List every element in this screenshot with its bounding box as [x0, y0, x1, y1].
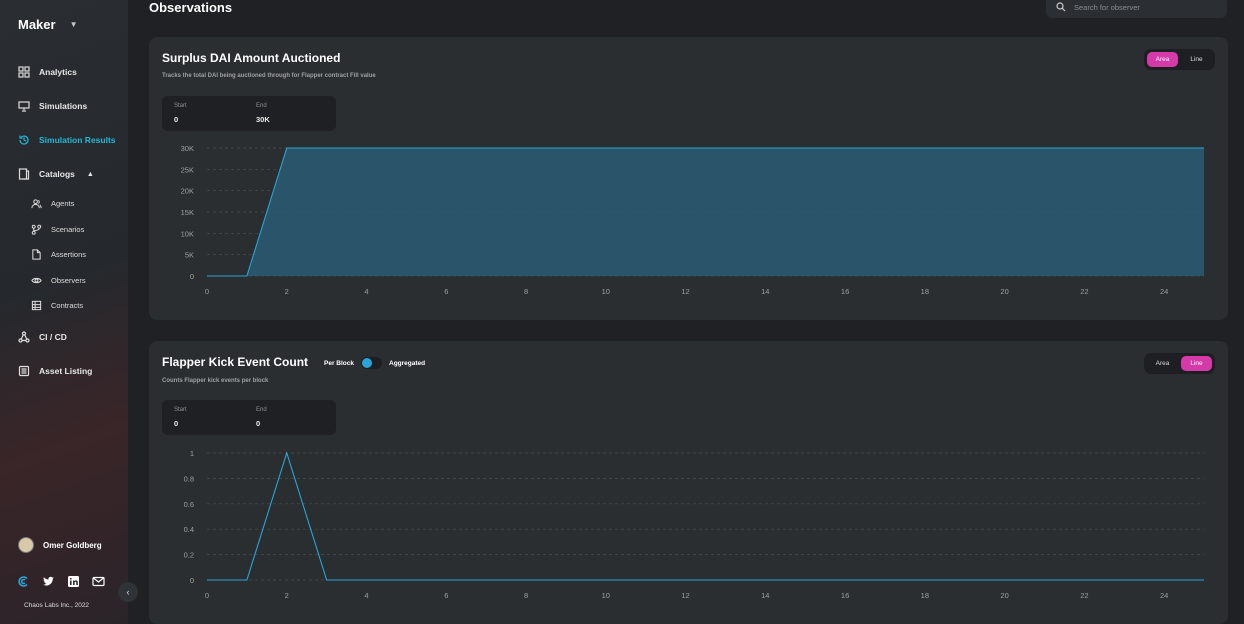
- nav-cicd-label: CI / CD: [39, 332, 67, 342]
- nav-simulations[interactable]: Simulations: [18, 100, 87, 112]
- y-tick-label: 0.8: [184, 474, 194, 483]
- x-tick-label: 6: [444, 591, 448, 600]
- surplus-dai-chart: 05K10K15K20K25K30K0 2 4 6 8 10 12 14 16 18 20 22 24: [181, 144, 1204, 296]
- twitter-icon[interactable]: [42, 575, 55, 588]
- catalog-agents[interactable]: Agents: [31, 198, 74, 209]
- nav-simulation-results-label: Simulation Results: [39, 135, 116, 145]
- building-icon: [31, 300, 42, 311]
- y-tick-label: 10K: [181, 229, 194, 238]
- x-tick-label: 16: [841, 287, 849, 296]
- brand-name: Maker: [18, 17, 56, 32]
- nav-analytics-label: Analytics: [39, 67, 77, 77]
- y-tick-label: 1: [190, 449, 194, 458]
- catalog-icon: [18, 168, 30, 180]
- nav-analytics[interactable]: Analytics: [18, 66, 77, 78]
- x-tick-label: 24: [1160, 591, 1168, 600]
- x-tick-label: 10: [602, 287, 610, 296]
- nav-simulations-label: Simulations: [39, 101, 88, 111]
- history-icon: [19, 135, 29, 145]
- x-tick-label: 12: [681, 287, 689, 296]
- chevron-down-icon: ▼: [69, 20, 78, 29]
- x-tick-label: 22: [1080, 287, 1088, 296]
- x-tick-label: 8: [524, 287, 528, 296]
- x-tick-label: 18: [921, 287, 929, 296]
- main-content: Observations Search for observer Surplus…: [128, 0, 1244, 624]
- y-tick-label: 0.6: [184, 500, 194, 509]
- catalog-agents-label: Agents: [51, 199, 75, 208]
- nav-asset-listing-label: Asset Listing: [39, 366, 93, 376]
- flapper-kick-chart: 00.20.40.60.810 2 4 6 8 10 12 14 16 18 20 22 24: [184, 449, 1204, 600]
- nav-simulation-results[interactable]: Simulation Results: [18, 134, 116, 146]
- branch-icon: [31, 224, 42, 235]
- catalog-scenarios[interactable]: Scenarios: [31, 224, 84, 235]
- pipeline-icon: [18, 331, 30, 343]
- avatar: [18, 537, 34, 553]
- x-tick-label: 6: [444, 287, 448, 296]
- chevron-up-icon: ▲: [86, 170, 94, 178]
- nav-catalogs-label: Catalogs: [39, 169, 75, 179]
- x-tick-label: 14: [761, 591, 769, 600]
- nav-cicd[interactable]: CI / CD: [18, 331, 67, 343]
- y-tick-label: 0: [190, 272, 194, 281]
- x-tick-label: 10: [602, 591, 610, 600]
- users-icon: [31, 199, 42, 209]
- catalog-contracts[interactable]: Contracts: [31, 300, 83, 311]
- chaos-labs-logo-icon[interactable]: [17, 575, 30, 588]
- workspace-selector[interactable]: Maker ▼: [18, 17, 78, 32]
- catalog-assertions[interactable]: Assertions: [31, 249, 86, 260]
- catalog-observers[interactable]: Observers: [31, 275, 86, 286]
- catalog-observers-label: Observers: [51, 276, 86, 285]
- y-tick-label: 0: [190, 576, 194, 585]
- x-tick-label: 12: [681, 591, 689, 600]
- y-tick-label: 25K: [181, 165, 194, 174]
- eye-icon: [31, 277, 42, 284]
- x-tick-label: 4: [364, 287, 368, 296]
- search-placeholder: Search for observer: [1074, 2, 1140, 12]
- x-tick-label: 18: [921, 591, 929, 600]
- y-tick-label: 15K: [181, 208, 194, 217]
- x-tick-label: 16: [841, 591, 849, 600]
- search-icon: [1056, 2, 1066, 12]
- y-tick-label: 0.4: [184, 525, 194, 534]
- monitor-icon: [18, 101, 30, 112]
- area-fill: [207, 148, 1204, 276]
- user-name: Omer Goldberg: [43, 540, 102, 550]
- x-tick-label: 2: [285, 591, 289, 600]
- catalog-scenarios-label: Scenarios: [51, 225, 85, 234]
- x-tick-label: 0: [205, 591, 209, 600]
- x-tick-label: 8: [524, 591, 528, 600]
- flapper-kick-card: Flapper Kick Event Count Per Block Aggre…: [149, 341, 1228, 624]
- x-tick-label: 14: [761, 287, 769, 296]
- x-tick-label: 4: [364, 591, 368, 600]
- linkedin-icon[interactable]: [67, 575, 80, 588]
- document-icon: [32, 249, 41, 260]
- nav-catalogs[interactable]: Catalogs ▲: [18, 168, 94, 180]
- list-icon: [18, 365, 30, 377]
- social-links: [17, 575, 105, 588]
- x-tick-label: 20: [1000, 591, 1008, 600]
- series-line: [207, 451, 1204, 581]
- y-tick-label: 30K: [181, 144, 194, 153]
- x-tick-label: 2: [285, 287, 289, 296]
- search-input[interactable]: Search for observer: [1046, 0, 1227, 18]
- mail-icon[interactable]: [92, 575, 105, 588]
- analytics-icon: [18, 66, 30, 78]
- x-tick-label: 22: [1080, 591, 1088, 600]
- catalog-assertions-label: Assertions: [51, 250, 87, 259]
- x-tick-label: 20: [1000, 287, 1008, 296]
- nav-asset-listing[interactable]: Asset Listing: [18, 365, 92, 377]
- x-tick-label: 0: [205, 287, 209, 296]
- copyright: Chaos Labs Inc., 2022: [24, 602, 90, 609]
- user-profile[interactable]: Omer Goldberg: [18, 537, 102, 553]
- page-title: Observations: [149, 0, 233, 15]
- surplus-dai-card: Surplus DAI Amount Auctioned Tracks the …: [149, 37, 1228, 320]
- catalog-contracts-label: Contracts: [51, 301, 84, 310]
- y-tick-label: 20K: [181, 187, 194, 196]
- sidebar: Maker ▼ Analytics Simulations Simulation…: [0, 0, 128, 624]
- y-tick-label: 5K: [185, 251, 194, 260]
- y-tick-label: 0.2: [184, 551, 194, 560]
- x-tick-label: 24: [1160, 287, 1168, 296]
